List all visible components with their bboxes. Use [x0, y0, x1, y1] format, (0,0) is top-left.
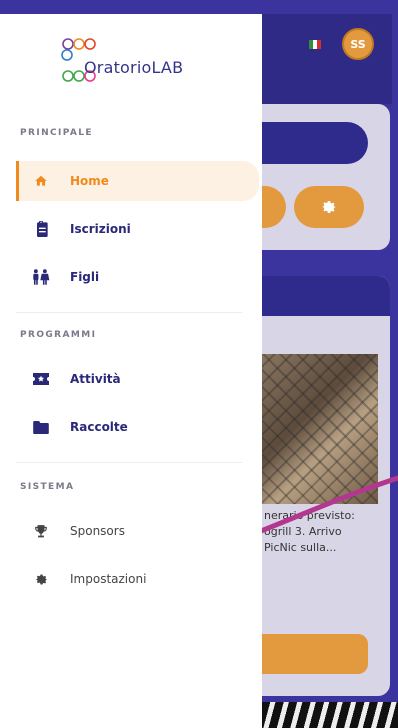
folder-icon: [32, 418, 50, 436]
trophy-icon: [32, 522, 50, 540]
italy-flag-icon[interactable]: [309, 40, 321, 49]
nav-item-iscrizioni[interactable]: Iscrizioni: [16, 209, 256, 249]
clipboard-icon: [32, 220, 50, 238]
section-principale: PRINCIPALE: [20, 128, 93, 138]
user-avatar[interactable]: SS: [342, 28, 374, 60]
section-sistema: SISTEMA: [20, 482, 75, 492]
ticket-star-icon: [32, 370, 50, 388]
card-title-bar: [262, 122, 368, 164]
brand-name: OratorioLAB: [84, 58, 184, 77]
nav-item-label: Home: [70, 174, 109, 188]
gear-icon: [322, 201, 336, 213]
navigation-drawer: OratorioLAB PRINCIPALE Home Iscrizioni F…: [0, 14, 262, 728]
oratoriolab-logo: OratorioLAB: [60, 36, 210, 112]
activity-description: nerario previsto: ogrill 3. Arrivo PicNi…: [264, 509, 355, 554]
nav-item-label: Figli: [70, 270, 100, 284]
section-programmi: PROGRAMMI: [20, 330, 97, 340]
dashboard-card: [262, 104, 390, 250]
nav-item-raccolte[interactable]: Raccolte: [16, 407, 256, 447]
divider: [16, 462, 242, 463]
home-icon: [32, 172, 50, 190]
nav-item-label: Iscrizioni: [70, 222, 131, 236]
nav-item-figli[interactable]: Figli: [16, 257, 256, 297]
divider: [16, 312, 242, 313]
nav-item-home[interactable]: Home: [16, 161, 259, 201]
gear-icon: [32, 570, 50, 588]
activity-cta-button[interactable]: [262, 634, 368, 674]
nav-item-label: Raccolte: [70, 420, 128, 434]
activity-photo: [262, 354, 378, 504]
nav-item-label: Impostazioni: [70, 572, 147, 586]
nav-item-impostazioni[interactable]: Impostazioni: [16, 559, 256, 599]
zebra-stripes-decoration: [262, 702, 398, 728]
settings-button[interactable]: [294, 186, 364, 228]
nav-item-sponsors[interactable]: Sponsors: [16, 511, 256, 551]
children-icon: [32, 268, 50, 286]
activity-card: nerario previsto: ogrill 3. Arrivo PicNi…: [262, 276, 390, 696]
nav-item-label: Attività: [70, 372, 121, 386]
nav-item-label: Sponsors: [70, 524, 125, 538]
app-header: [262, 14, 392, 104]
card-action-button[interactable]: [262, 186, 286, 228]
nav-item-attivita[interactable]: Attività: [16, 359, 256, 399]
activity-card-header: [262, 276, 390, 316]
